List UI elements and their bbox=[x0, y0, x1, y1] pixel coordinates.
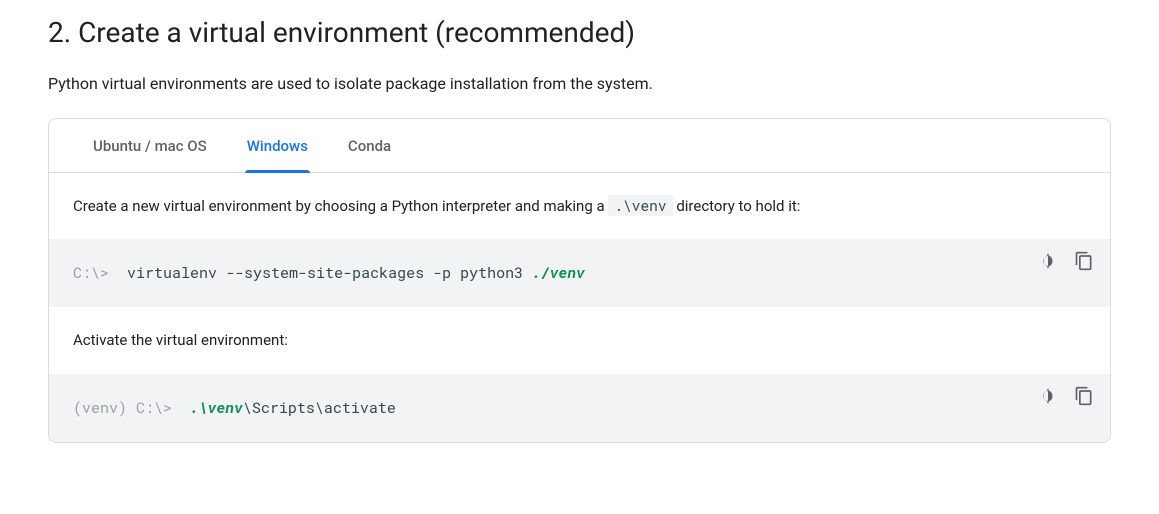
path-1: ./venv bbox=[532, 263, 585, 283]
tab-content-windows: Create a new virtual environment by choo… bbox=[49, 173, 1110, 442]
tab-ubuntu-macos[interactable]: Ubuntu / mac OS bbox=[73, 119, 227, 172]
code-line-1: C:\> virtualenv --system-site-packages -… bbox=[73, 261, 1086, 285]
tab-windows[interactable]: Windows bbox=[227, 119, 328, 172]
code-block-1: C:\> virtualenv --system-site-packages -… bbox=[49, 239, 1110, 307]
theme-toggle-icon[interactable] bbox=[1036, 249, 1060, 273]
code-line-2: (venv) C:\> .\venv\Scripts\activate bbox=[73, 396, 1086, 420]
instruction-panel: Ubuntu / mac OS Windows Conda Create a n… bbox=[48, 118, 1111, 443]
intro-text: Python virtual environments are used to … bbox=[48, 72, 1111, 96]
code-block-2: (venv) C:\> .\venv\Scripts\activate bbox=[49, 374, 1110, 442]
path-2-hl: .\venv bbox=[190, 398, 243, 418]
cmd-1: virtualenv --system-site-packages -p pyt… bbox=[127, 263, 532, 283]
step1-desc-pre: Create a new virtual environment by choo… bbox=[73, 197, 608, 215]
section-heading: 2. Create a virtual environment (recomme… bbox=[48, 12, 1111, 54]
os-tabs: Ubuntu / mac OS Windows Conda bbox=[49, 119, 1110, 173]
prompt-2: (venv) C:\> bbox=[73, 398, 181, 418]
code-actions-2 bbox=[1036, 384, 1096, 408]
code-actions-1 bbox=[1036, 249, 1096, 273]
prompt-1: C:\> bbox=[73, 263, 118, 283]
step2-description: Activate the virtual environment: bbox=[49, 307, 1110, 374]
step1-inline-code: .\venv bbox=[608, 195, 672, 216]
theme-toggle-icon[interactable] bbox=[1036, 384, 1060, 408]
step1-desc-post: directory to hold it: bbox=[676, 197, 800, 215]
copy-icon[interactable] bbox=[1072, 249, 1096, 273]
step1-description: Create a new virtual environment by choo… bbox=[49, 173, 1110, 240]
path-2-rest: \Scripts\activate bbox=[243, 398, 396, 418]
copy-icon[interactable] bbox=[1072, 384, 1096, 408]
tab-conda[interactable]: Conda bbox=[328, 119, 411, 172]
